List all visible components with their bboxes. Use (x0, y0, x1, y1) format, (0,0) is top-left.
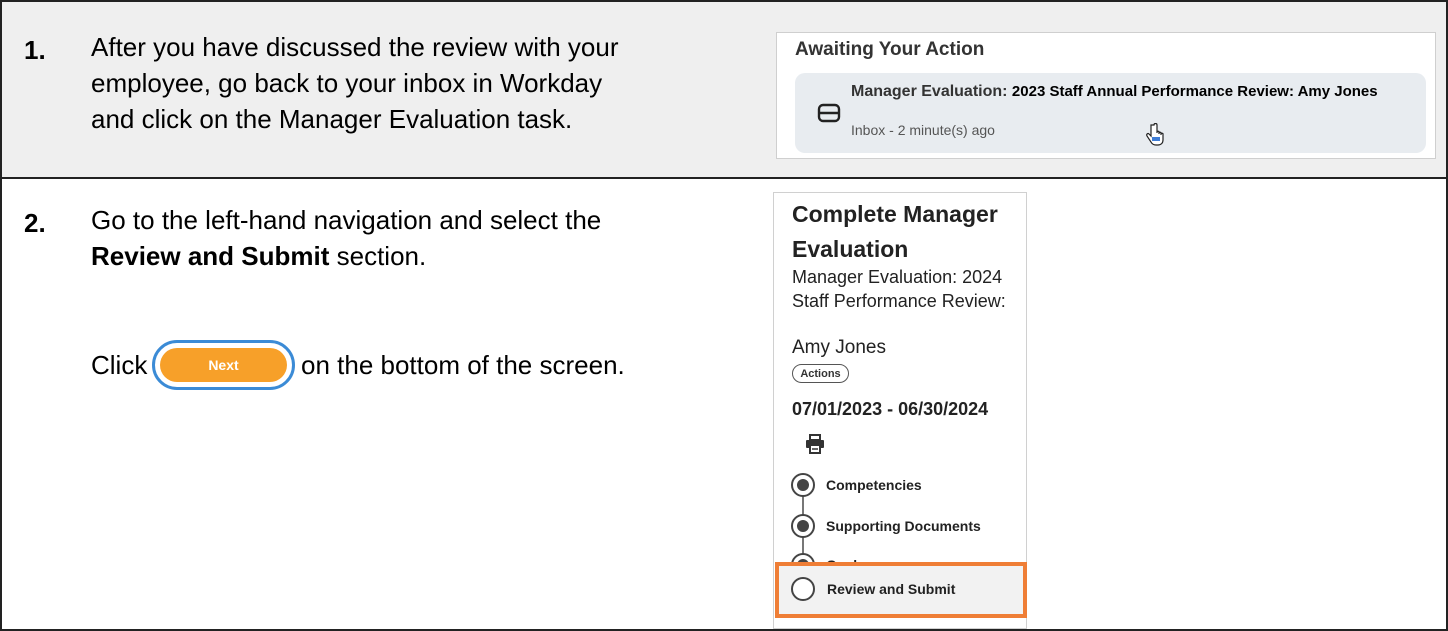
inbox-task-item[interactable]: Manager Evaluation: 2023 Staff Annual Pe… (795, 73, 1426, 153)
step-number: 2. (24, 208, 46, 238)
review-and-submit-highlight[interactable]: Review and Submit (775, 562, 1027, 618)
instruction-line: After you have discussed the review with… (91, 32, 619, 62)
step-instructions: After you have discussed the review with… (91, 29, 751, 137)
step-instructions: Go to the left-hand navigation and selec… (91, 202, 751, 274)
step-current-icon (791, 577, 815, 601)
hand-cursor-icon (1146, 123, 1164, 146)
nav-step-supporting-documents[interactable]: Supporting Documents (826, 518, 981, 534)
click-instruction-suffix: on the bottom of the screen. (301, 350, 625, 380)
inbox-tray-icon (817, 103, 841, 123)
nav-employee-name: Amy Jones (792, 337, 886, 358)
step-complete-icon (791, 473, 815, 497)
task-timestamp: Inbox - 2 minute(s) ago (851, 122, 995, 138)
nav-title: Complete Manager Evaluation (792, 201, 998, 262)
review-period: 07/01/2023 - 06/30/2024 (792, 399, 989, 419)
instruction-line: and click on the Manager Evaluation task… (91, 104, 573, 134)
print-icon[interactable] (804, 433, 826, 455)
task-title[interactable]: Manager Evaluation: 2023 Staff Annual Pe… (851, 83, 1378, 101)
actions-button[interactable]: Actions (792, 364, 849, 383)
instruction-line: Go to the left-hand navigation and selec… (91, 205, 602, 235)
next-button[interactable]: Next (160, 348, 287, 382)
nav-subtitle: Manager Evaluation: 2024 Staff Performan… (792, 267, 1006, 311)
inbox-screenshot: Awaiting Your Action Manager Evaluation:… (776, 32, 1436, 159)
step-number: 1. (24, 35, 46, 65)
instruction-line: employee, go back to your inbox in Workd… (91, 68, 603, 98)
inbox-heading: Awaiting Your Action (795, 39, 985, 60)
nav-step-review-and-submit[interactable]: Review and Submit (827, 581, 955, 597)
instruction-row-1: 1. After you have discussed the review w… (0, 0, 1448, 179)
instruction-line: Review and Submit section. (91, 241, 427, 271)
nav-step-competencies[interactable]: Competencies (826, 477, 922, 493)
instruction-row-2: 2. Go to the left-hand navigation and se… (0, 177, 1448, 631)
next-button-outline: Next (152, 340, 295, 390)
step-complete-icon (791, 514, 815, 538)
